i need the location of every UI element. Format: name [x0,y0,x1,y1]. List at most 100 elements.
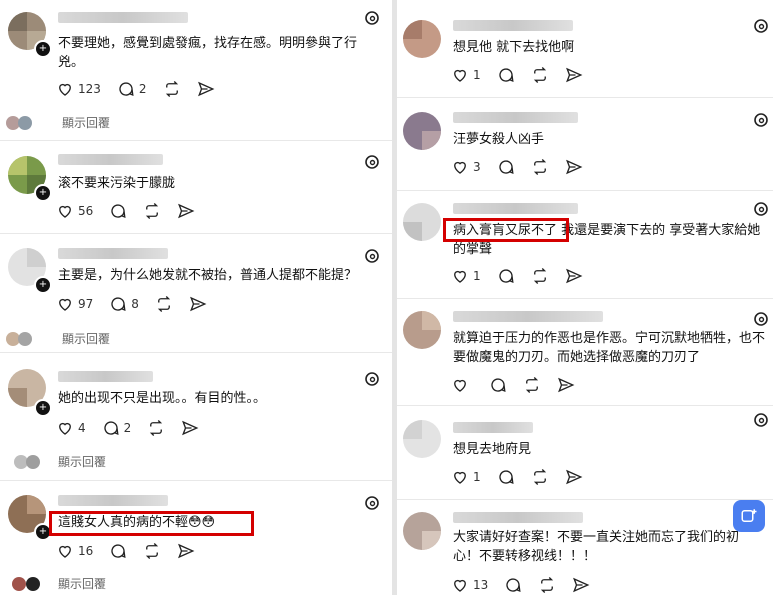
share-button[interactable] [177,542,195,560]
follow-plus-icon[interactable]: + [34,40,52,58]
follow-plus-icon[interactable]: + [34,399,52,417]
like-button[interactable]: 16 [56,542,93,560]
repost-button[interactable] [538,576,556,594]
repost-button[interactable] [147,419,165,437]
like-button[interactable] [451,376,473,394]
like-button[interactable]: 1 [451,66,481,84]
share-button[interactable] [181,419,199,437]
username-blurred[interactable] [58,495,168,506]
share-button[interactable] [197,80,215,98]
comment-button[interactable] [497,468,515,486]
post-text: 就算迫于压力的作恶也是作恶。宁可沉默地牺牲，也不要做魔鬼的刀刃。而她选择做恶魔的… [453,331,766,365]
show-replies-link[interactable]: 顯示回覆 [14,453,106,470]
share-button[interactable] [557,376,575,394]
post-card: + 這賤女人真的病的不輕😳😳 16 顯示回覆 [0,481,392,595]
username-blurred[interactable] [453,112,578,123]
post-text: 主要是，为什么她发就不被抬，普通人提都不能提？ [58,268,358,283]
username-blurred[interactable] [453,512,583,523]
repost-button[interactable] [155,295,173,313]
share-icon [565,159,583,175]
threads-icon [754,19,768,33]
show-replies-link[interactable]: 顯示回覆 [6,114,110,131]
avatar[interactable] [403,20,441,58]
comment-button[interactable] [109,542,127,560]
like-button[interactable]: 1 [451,267,481,285]
comment-button[interactable] [489,376,507,394]
like-button[interactable]: 1 [451,468,481,486]
post-card: 病入膏肓又尿不了 我還是要演下去的 享受著大家給她的掌聲 1 [397,191,773,297]
highlight-box [49,511,254,536]
repost-button[interactable] [531,158,549,176]
comment-button[interactable] [497,267,515,285]
avatar[interactable] [403,420,441,458]
share-button[interactable] [572,576,590,594]
comment-button[interactable] [109,202,127,220]
comment-button[interactable]: 2 [117,80,147,98]
show-replies-label: 顯示回覆 [62,116,111,130]
comment-button[interactable]: 8 [109,295,139,313]
repost-button[interactable] [143,202,161,220]
like-button[interactable]: 56 [56,202,93,220]
avatar[interactable] [403,112,441,150]
post-actions: 3 [451,158,599,176]
avatar[interactable] [403,512,441,550]
share-button[interactable] [565,267,583,285]
repost-button[interactable] [523,376,541,394]
show-replies-label: 顯示回覆 [62,332,111,346]
username-blurred[interactable] [58,12,188,23]
share-icon [197,81,214,97]
avatar[interactable] [403,203,441,241]
post-actions: 1 [451,66,599,84]
compose-button[interactable] [733,500,765,532]
like-button[interactable]: 97 [56,295,93,313]
share-button[interactable] [177,202,195,220]
share-button[interactable] [189,295,207,313]
repost-button[interactable] [531,267,549,285]
comment-icon [119,82,134,97]
username-blurred[interactable] [453,311,603,322]
show-replies-label: 顯示回覆 [58,455,107,469]
follow-plus-icon[interactable]: + [34,276,52,294]
post-actions: 1 [451,468,599,486]
show-replies-link[interactable]: 顯示回覆 [6,330,110,347]
repost-button[interactable] [531,468,549,486]
repost-button[interactable] [531,66,549,84]
repost-icon [165,81,178,97]
repost-button[interactable] [163,80,181,98]
like-button[interactable]: 13 [451,576,488,594]
comment-button[interactable] [497,158,515,176]
username-blurred[interactable] [453,203,578,214]
repost-icon [533,268,546,284]
like-count: 3 [473,160,481,174]
comment-button[interactable] [504,576,522,594]
threads-icon [365,155,379,169]
heart-icon [59,545,71,558]
username-blurred[interactable] [453,20,573,31]
show-replies-link[interactable]: 顯示回覆 [12,575,106,592]
avatar[interactable] [403,311,441,349]
follow-plus-icon[interactable]: + [34,184,52,202]
username-blurred[interactable] [58,154,163,165]
comment-button[interactable]: 2 [102,419,131,437]
repost-icon [150,420,163,436]
post-text: 想見他 就下去找他啊 [453,40,575,55]
username-blurred[interactable] [453,422,533,433]
left-feed-panel: + 不要理她，感覺到處發瘋，找存在感。明明參與了行兇。 123 2 顯示回覆 +… [0,0,392,595]
like-button[interactable]: 4 [56,419,86,437]
heart-icon [454,379,466,392]
highlight-box [443,218,569,242]
like-button[interactable]: 3 [451,158,481,176]
like-button[interactable]: 123 [56,80,101,98]
username-blurred[interactable] [58,371,153,382]
share-button[interactable] [565,468,583,486]
post-actions: 16 [56,542,211,560]
post-card: 大家请好好查案！不要一直关注她而忘了我们的初心！不要转移视线！！！ 13 [397,500,773,595]
comment-button[interactable] [497,66,515,84]
repost-icon [533,67,546,83]
post-actions: 56 [56,202,211,220]
repost-button[interactable] [143,542,161,560]
share-button[interactable] [565,66,583,84]
heart-icon [454,270,466,283]
share-button[interactable] [565,158,583,176]
username-blurred[interactable] [58,248,168,259]
